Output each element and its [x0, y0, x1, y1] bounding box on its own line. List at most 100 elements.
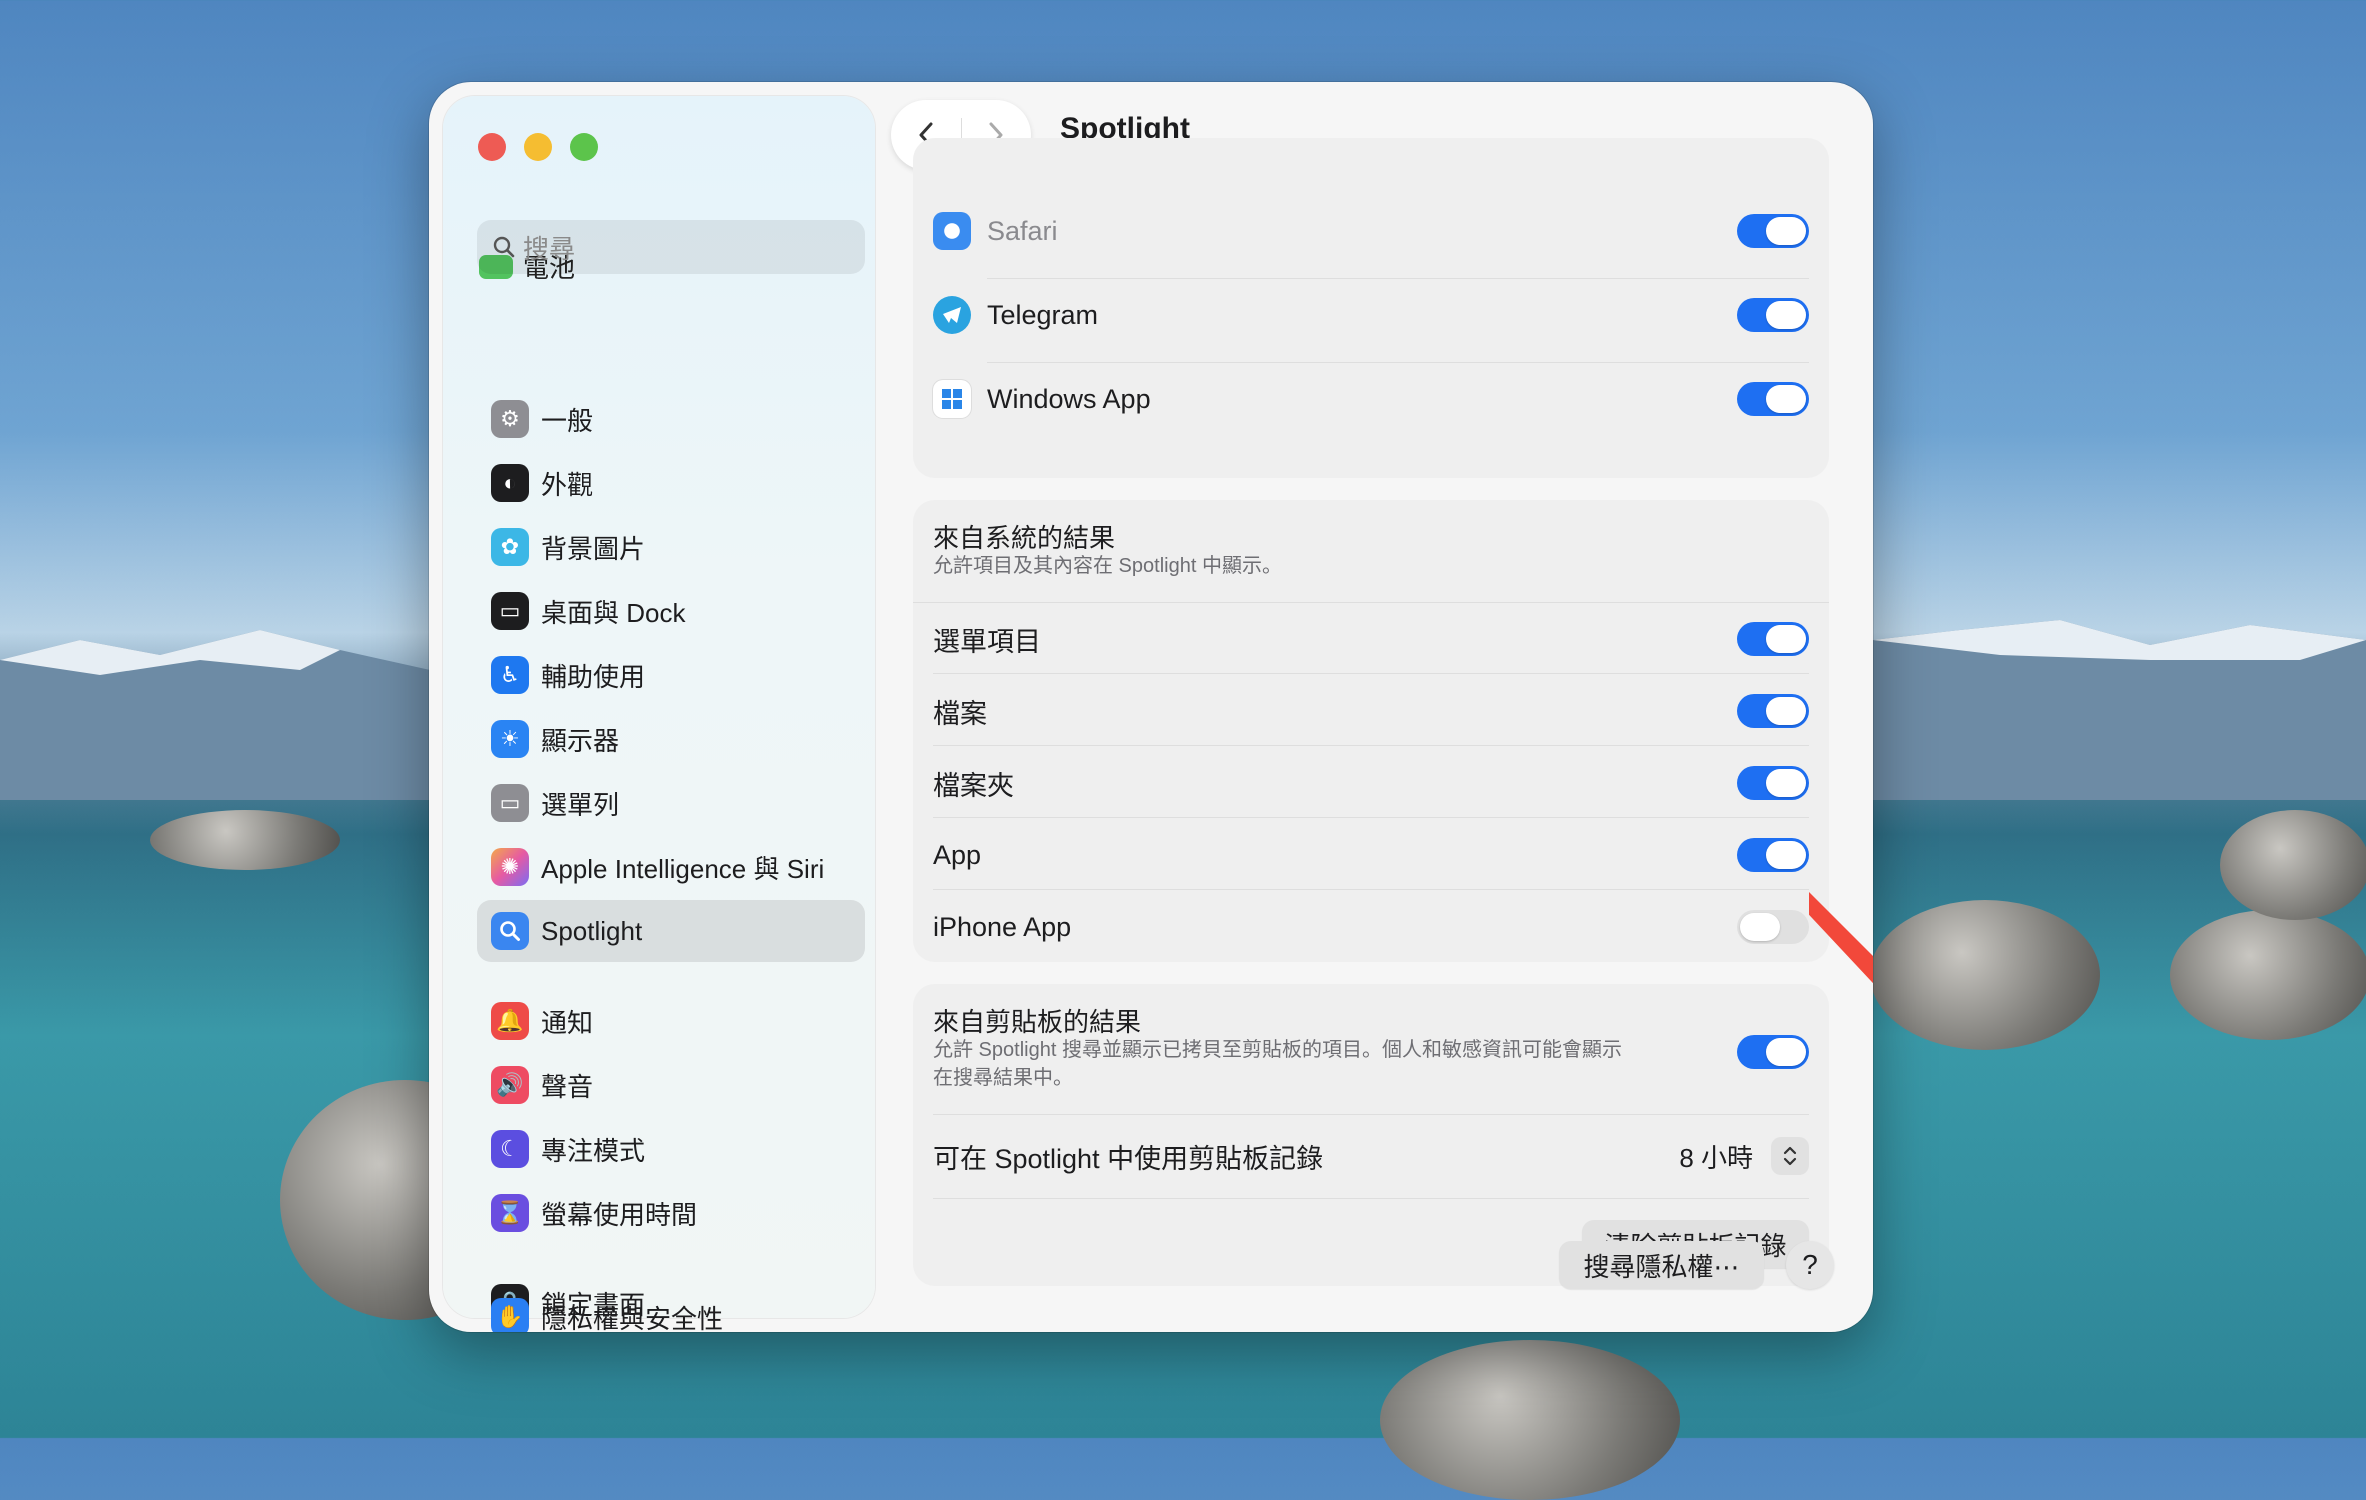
sidebar-item-label: 一般: [541, 405, 594, 436]
section-description-continued: 在搜尋結果中。: [933, 1067, 1073, 1089]
notifications-icon: 🔔: [491, 1002, 529, 1040]
section-description: 允許項目及其內容在 Spotlight 中顯示。: [933, 555, 1282, 577]
sidebar-item-focus[interactable]: ☾ 專注模式: [477, 1118, 865, 1180]
privacy-icon: ✋: [491, 1298, 529, 1332]
sidebar-item-desktop-dock[interactable]: ▭ 桌面與 Dock: [477, 580, 865, 642]
divider: [933, 817, 1809, 818]
sound-icon: 🔊: [491, 1066, 529, 1104]
divider: [987, 278, 1809, 279]
section-description: 允許 Spotlight 搜尋並顯示已拷貝至剪貼板的項目。個人和敏感資訊可能會顯…: [933, 1039, 1622, 1061]
sidebar-item-general[interactable]: ⚙ 一般: [477, 388, 865, 450]
spotlight-icon: [491, 912, 529, 950]
sidebar-item-wallpaper[interactable]: ✿ 背景圖片: [477, 516, 865, 578]
zoom-window-button[interactable]: [570, 133, 598, 161]
annotation-arrow-icon: [1809, 892, 1873, 984]
search-placeholder: 搜尋: [523, 233, 576, 264]
iphone-apps-toggle[interactable]: [1737, 910, 1809, 944]
sidebar-item-privacy[interactable]: ✋ 隱私權與安全性: [477, 1286, 865, 1332]
desktop-dock-icon: ▭: [491, 592, 529, 630]
siri-icon: ✺: [491, 848, 529, 886]
folders-toggle[interactable]: [1737, 766, 1809, 800]
wallpaper-rock: [2220, 810, 2366, 920]
divider: [987, 362, 1809, 363]
setting-label: 檔案: [933, 698, 987, 729]
clipboard-results-toggle[interactable]: [1737, 1035, 1809, 1069]
windows-app-icon: [933, 380, 971, 418]
app-row-windows-app: Windows App: [913, 380, 1829, 418]
display-icon: ☀: [491, 720, 529, 758]
settings-window: 電池 搜尋 ⚙ 一般 ◐ 外觀 ✿ 背景圖片 ▭ 桌面與 Dock ♿ 輔助使用…: [429, 82, 1873, 1332]
divider: [933, 745, 1809, 746]
sidebar-item-displays[interactable]: ☀ 顯示器: [477, 708, 865, 770]
safari-toggle[interactable]: [1737, 214, 1809, 248]
sidebar-item-label: 螢幕使用時間: [541, 1199, 698, 1230]
telegram-icon: [933, 296, 971, 334]
search-icon: [493, 236, 515, 258]
sidebar-item-label: 聲音: [541, 1071, 594, 1102]
setting-row: 選單項目: [913, 621, 1829, 657]
search-input[interactable]: 搜尋: [477, 220, 865, 274]
wallpaper-rock: [1380, 1340, 1680, 1500]
setting-label: 檔案夾: [933, 770, 1014, 801]
app-row-telegram: Telegram: [913, 296, 1829, 334]
section-title: 來自剪貼板的結果: [933, 1007, 1142, 1037]
setting-row: 檔案夾: [913, 765, 1829, 801]
sidebar-item-appearance[interactable]: ◐ 外觀: [477, 452, 865, 514]
sidebar: 電池 搜尋 ⚙ 一般 ◐ 外觀 ✿ 背景圖片 ▭ 桌面與 Dock ♿ 輔助使用…: [443, 96, 875, 1322]
app-label: Windows App: [987, 383, 1151, 414]
telegram-toggle[interactable]: [1737, 298, 1809, 332]
sidebar-item-accessibility[interactable]: ♿ 輔助使用: [477, 644, 865, 706]
clipboard-history-row: 可在 Spotlight 中使用剪貼板記錄 8 小時: [913, 1136, 1829, 1176]
sidebar-item-siri[interactable]: ✺ Apple Intelligence 與 Siri: [477, 836, 865, 898]
apps-card: Safari Telegram Windows App: [913, 138, 1829, 478]
setting-label: 選單項目: [933, 626, 1041, 657]
wallpaper-rock: [1870, 900, 2100, 1050]
screen-time-icon: ⌛: [491, 1194, 529, 1232]
app-row-safari: Safari: [913, 212, 1829, 250]
wallpaper-rock: [150, 810, 340, 870]
appearance-icon: ◐: [491, 464, 529, 502]
minimize-window-button[interactable]: [524, 133, 552, 161]
sidebar-item-label: Spotlight: [541, 915, 643, 946]
divider: [933, 1114, 1809, 1115]
menu-items-toggle[interactable]: [1737, 622, 1809, 656]
sidebar-item-label: 隱私權與安全性: [541, 1303, 724, 1333]
setting-row: App: [913, 837, 1829, 873]
focus-icon: ☾: [491, 1130, 529, 1168]
accessibility-icon: ♿: [491, 656, 529, 694]
setting-row: 檔案: [913, 693, 1829, 729]
search-privacy-button[interactable]: 搜尋隱私權⋯: [1559, 1241, 1764, 1289]
chevron-up-down-icon: [1771, 1137, 1809, 1175]
section-title: 來自系統的結果: [933, 523, 1116, 553]
divider: [933, 889, 1809, 890]
divider: [933, 1198, 1809, 1199]
sidebar-item-menu-bar[interactable]: ▭ 選單列: [477, 772, 865, 834]
sidebar-item-screen-time[interactable]: ⌛ 螢幕使用時間: [477, 1182, 865, 1244]
sidebar-item-label: Apple Intelligence 與 Siri: [541, 853, 825, 884]
divider: [933, 673, 1809, 674]
app-label: Telegram: [987, 299, 1099, 330]
apps-toggle[interactable]: [1737, 838, 1809, 872]
wallpaper-rock: [2170, 910, 2366, 1040]
sidebar-item-label: 通知: [541, 1007, 594, 1038]
close-window-button[interactable]: [478, 133, 506, 161]
sidebar-item-label: 顯示器: [541, 725, 620, 756]
windows-app-toggle[interactable]: [1737, 382, 1809, 416]
help-button[interactable]: ?: [1786, 1241, 1834, 1289]
setting-label: iPhone App: [933, 911, 1072, 942]
sidebar-item-label: 背景圖片: [541, 533, 646, 564]
sidebar-item-sound[interactable]: 🔊 聲音: [477, 1054, 865, 1116]
sidebar-item-label: 專注模式: [541, 1135, 646, 1166]
system-results-card: 來自系統的結果 允許項目及其內容在 Spotlight 中顯示。 選單項目 檔案…: [913, 500, 1829, 962]
sidebar-item-label: 桌面與 Dock: [541, 597, 686, 628]
clipboard-history-duration-select[interactable]: 8 小時: [1679, 1137, 1809, 1175]
sidebar-item-spotlight[interactable]: Spotlight: [477, 900, 865, 962]
app-label: Safari: [987, 215, 1058, 246]
sidebar-item-notifications[interactable]: 🔔 通知: [477, 990, 865, 1052]
selected-value: 8 小時: [1679, 1142, 1753, 1173]
files-toggle[interactable]: [1737, 694, 1809, 728]
wallpaper-icon: ✿: [491, 528, 529, 566]
setting-label: App: [933, 839, 982, 870]
sidebar-item-label: 外觀: [541, 469, 594, 500]
sidebar-item-label: 選單列: [541, 789, 620, 820]
